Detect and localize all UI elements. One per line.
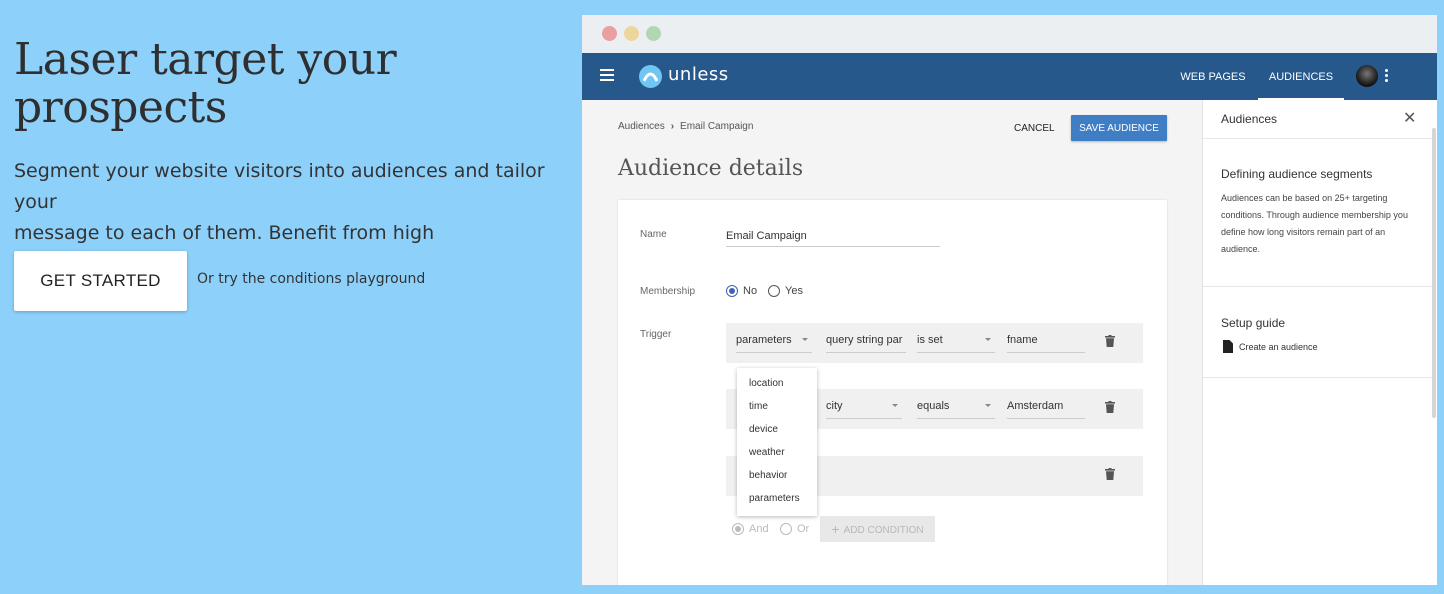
condition-value-input[interactable]: fname (1007, 334, 1085, 353)
user-avatar[interactable] (1356, 65, 1378, 87)
audience-form-card: Name Membership No Yes Trigger parameter… (618, 200, 1167, 585)
divider (1203, 286, 1432, 287)
add-condition-button[interactable]: + ADD CONDITION (820, 516, 935, 542)
condition-value-text: fname (1007, 334, 1038, 346)
condition-type-dropdown: location time device weather behavior pa… (737, 368, 817, 516)
plus-icon: + (831, 521, 840, 537)
close-window-dot[interactable] (602, 26, 617, 41)
tab-web-pages[interactable]: WEB PAGES (1178, 53, 1248, 100)
membership-no-label: No (743, 285, 758, 297)
trash-icon[interactable] (1105, 335, 1115, 347)
logic-or-radio[interactable]: Or (780, 523, 809, 535)
side-panel-title: Audiences (1221, 112, 1278, 126)
document-icon (1223, 340, 1233, 353)
logic-and-radio[interactable]: And (732, 523, 769, 535)
dropdown-caret-icon (802, 338, 808, 341)
condition-value-input[interactable]: Amsterdam (1007, 400, 1085, 419)
get-started-button[interactable]: GET STARTED (14, 251, 187, 311)
divider (1203, 377, 1432, 378)
dropdown-option[interactable]: device (737, 418, 817, 441)
condition-field-select[interactable]: query string par (826, 334, 906, 353)
membership-yes-label: Yes (785, 285, 803, 297)
create-audience-label: Create an audience (1239, 341, 1318, 352)
hero-title-line1: Laser target your (14, 34, 397, 85)
minimize-window-dot[interactable] (624, 26, 639, 41)
condition-type-select[interactable]: parameters (736, 334, 812, 353)
unless-logo-icon (639, 65, 662, 88)
condition-operator-value: is set (917, 334, 943, 346)
dropdown-option[interactable]: behavior (737, 464, 817, 487)
help-side-panel: Audiences ✕ Defining audience segments A… (1202, 100, 1437, 585)
maximize-window-dot[interactable] (646, 26, 661, 41)
trash-icon[interactable] (1105, 401, 1115, 413)
condition-value-text: Amsterdam (1007, 400, 1064, 412)
dropdown-option[interactable]: weather (737, 441, 817, 464)
condition-operator-select[interactable]: equals (917, 400, 995, 419)
logo-text[interactable]: unless (668, 64, 729, 85)
dropdown-caret-icon (892, 404, 898, 407)
hero-title-line2: prospects (14, 82, 227, 133)
name-label: Name (640, 229, 667, 240)
membership-yes-radio[interactable]: Yes (768, 285, 803, 297)
condition-operator-select[interactable]: is set (917, 334, 995, 353)
condition-field-value: query string par (826, 334, 903, 346)
window-chrome (582, 15, 1437, 53)
app-bar: unless WEB PAGES AUDIENCES (582, 53, 1437, 100)
create-audience-link[interactable]: Create an audience (1223, 340, 1318, 353)
section-title-setup-guide: Setup guide (1221, 316, 1286, 330)
add-condition-label: ADD CONDITION (843, 525, 924, 536)
browser-window: unless WEB PAGES AUDIENCES Audiences › Ema… (582, 15, 1437, 585)
tab-audiences[interactable]: AUDIENCES (1258, 53, 1344, 100)
more-vert-icon[interactable] (1385, 69, 1389, 84)
radio-unchecked-icon (768, 285, 780, 297)
dropdown-option[interactable]: parameters (737, 487, 817, 510)
section-body-defining: Audiences can be based on 25+ targeting … (1221, 193, 1408, 254)
membership-no-radio[interactable]: No (726, 285, 757, 297)
condition-type-value: parameters (736, 334, 792, 346)
trash-icon[interactable] (1105, 468, 1115, 480)
divider (1203, 138, 1432, 139)
logic-and-label: And (749, 523, 769, 535)
scrollbar[interactable] (1432, 128, 1436, 418)
save-audience-button[interactable]: SAVE AUDIENCE (1071, 115, 1167, 141)
name-input[interactable] (726, 226, 940, 247)
radio-unchecked-icon (780, 523, 792, 535)
radio-checked-icon (732, 523, 744, 535)
page-title: Audience details (618, 156, 804, 181)
radio-checked-icon (726, 285, 738, 297)
logic-or-label: Or (797, 523, 810, 535)
condition-row: parameters query string par is set fname (726, 323, 1143, 363)
conditions-playground-link[interactable]: Or try the conditions playground (197, 271, 425, 287)
breadcrumb: Audiences › Email Campaign (618, 121, 753, 132)
hero-subtitle-line1: Segment your website visitors into audie… (14, 160, 545, 213)
main-content: Audiences › Email Campaign CANCEL SAVE AUD… (582, 100, 1202, 585)
chevron-right-icon: › (670, 121, 675, 132)
breadcrumb-audiences[interactable]: Audiences (618, 121, 665, 132)
section-title-defining: Defining audience segments (1221, 167, 1373, 181)
cancel-button[interactable]: CANCEL (1006, 115, 1063, 141)
hamburger-menu-icon[interactable] (600, 69, 614, 81)
dropdown-option[interactable]: location (737, 372, 817, 395)
dropdown-option[interactable]: time (737, 395, 817, 418)
hero-title: Laser target your prospects (14, 36, 574, 132)
dropdown-caret-icon (985, 404, 991, 407)
close-icon[interactable]: ✕ (1403, 110, 1416, 126)
dropdown-caret-icon (985, 338, 991, 341)
condition-field-value: city (826, 400, 843, 412)
condition-operator-value: equals (917, 400, 950, 412)
breadcrumb-current: Email Campaign (680, 121, 754, 132)
condition-field-select[interactable]: city (826, 400, 902, 419)
trigger-label: Trigger (640, 329, 672, 340)
membership-label: Membership (640, 286, 696, 297)
